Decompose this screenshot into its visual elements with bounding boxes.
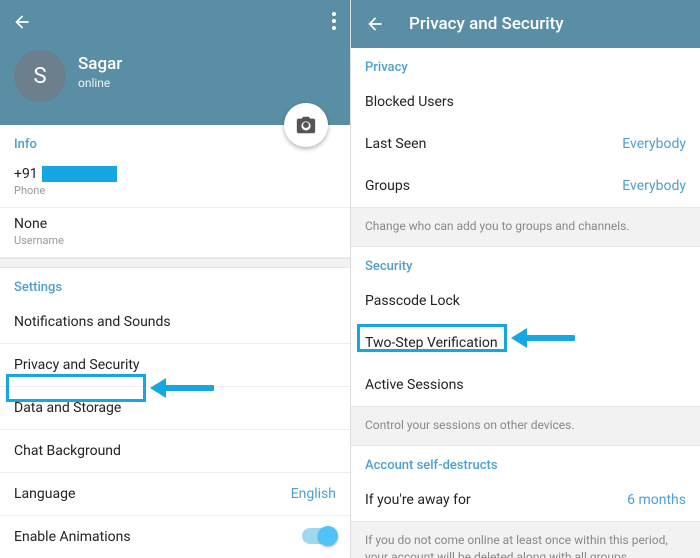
back-arrow-icon[interactable] (365, 14, 385, 34)
profile-name: Sagar (78, 54, 122, 74)
page-title: Privacy and Security (409, 14, 564, 34)
phone-label: Phone (14, 184, 336, 197)
settings-section-header: Settings (0, 268, 350, 301)
settings-row-label: Enable Animations (14, 529, 131, 545)
animations-toggle[interactable] (302, 528, 336, 544)
groups-hint: Change who can add you to groups and cha… (351, 207, 700, 247)
profile-header: S Sagar online (0, 0, 350, 125)
settings-row-notifications[interactable]: Notifications and Sounds (0, 301, 350, 344)
away-hint: If you do not come online at least once … (351, 521, 700, 558)
settings-row-language[interactable]: Language English (0, 473, 350, 516)
row-label: If you're away for (365, 492, 471, 508)
settings-profile-screen: S Sagar online Info +91 Phone None Usern… (0, 0, 350, 558)
last-seen-value: Everybody (622, 136, 686, 152)
privacy-section-header: Privacy (351, 48, 700, 81)
row-two-step-verification[interactable]: Two-Step Verification (351, 322, 700, 364)
overflow-menu-icon[interactable] (332, 12, 336, 30)
avatar[interactable]: S (14, 50, 66, 102)
row-away-for[interactable]: If you're away for 6 months (351, 479, 700, 521)
away-value: 6 months (627, 492, 686, 508)
row-blocked-users[interactable]: Blocked Users (351, 81, 700, 123)
phone-prefix: +91 (14, 166, 38, 182)
self-destruct-header: Account self-destructs (351, 446, 700, 479)
row-passcode-lock[interactable]: Passcode Lock (351, 280, 700, 322)
row-label: Last Seen (365, 136, 426, 152)
back-arrow-icon[interactable] (12, 12, 32, 32)
phone-row[interactable]: +91 Phone (0, 158, 350, 208)
settings-row-data[interactable]: Data and Storage (0, 387, 350, 430)
language-value: English (291, 486, 336, 502)
row-label: Groups (365, 178, 410, 194)
row-last-seen[interactable]: Last Seen Everybody (351, 123, 700, 165)
username-row[interactable]: None Username (0, 208, 350, 258)
camera-icon (295, 114, 317, 136)
camera-button[interactable] (284, 103, 328, 147)
settings-row-animations[interactable]: Enable Animations (0, 516, 350, 558)
settings-row-chatbg[interactable]: Chat Background (0, 430, 350, 473)
username-value: None (14, 216, 336, 232)
section-divider (0, 258, 350, 268)
username-label: Username (14, 234, 336, 247)
settings-row-label: Language (14, 486, 75, 502)
security-section-header: Security (351, 247, 700, 280)
screen-header: Privacy and Security (351, 0, 700, 48)
profile-status: online (78, 76, 110, 90)
row-groups[interactable]: Groups Everybody (351, 165, 700, 207)
settings-row-privacy[interactable]: Privacy and Security (0, 344, 350, 387)
phone-number-redacted (42, 166, 117, 182)
sessions-hint: Control your sessions on other devices. (351, 406, 700, 446)
row-active-sessions[interactable]: Active Sessions (351, 364, 700, 406)
groups-value: Everybody (622, 178, 686, 194)
privacy-security-screen: Privacy and Security Privacy Blocked Use… (350, 0, 700, 558)
